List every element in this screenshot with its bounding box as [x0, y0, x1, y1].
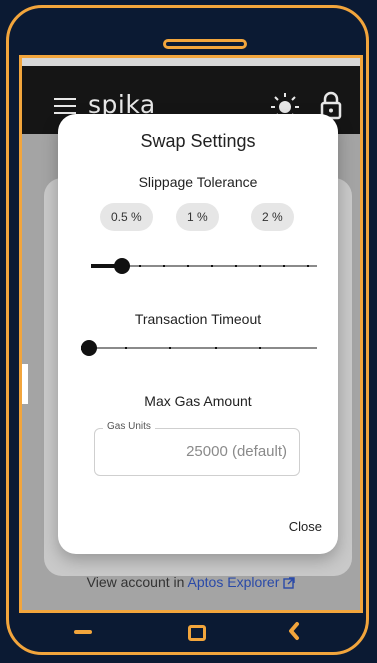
chip-1-percent[interactable]: 1 %	[176, 203, 219, 231]
edge-marker	[22, 364, 28, 404]
dialog-title: Swap Settings	[140, 131, 256, 151]
slippage-slider[interactable]	[91, 258, 317, 274]
recent-apps-icon[interactable]	[74, 630, 92, 634]
phone-navbar	[0, 612, 377, 656]
timeout-heading: Transaction Timeout	[134, 311, 262, 327]
close-button[interactable]: Close	[289, 519, 322, 534]
phone-speaker	[163, 39, 247, 49]
aptos-explorer-link[interactable]: Aptos Explorer	[188, 574, 280, 590]
app-screen: spika View account in Aptos Explorer Swa…	[19, 55, 363, 613]
gas-units-field[interactable]: Gas Units 25000 (default)	[94, 421, 300, 476]
footer-text: View account in Aptos Explorer	[22, 574, 360, 590]
footer-prefix: View account in	[86, 574, 188, 590]
back-icon[interactable]	[286, 620, 302, 642]
timeout-slider-thumb[interactable]	[81, 340, 97, 356]
slippage-slider-thumb[interactable]	[114, 258, 130, 274]
chip-0-5-percent[interactable]: 0.5 %	[100, 203, 153, 231]
swap-settings-dialog: Swap Settings Slippage Tolerance 0.5 % 1…	[58, 114, 338, 554]
gas-units-label: Gas Units	[103, 421, 155, 432]
gas-heading: Max Gas Amount	[144, 393, 252, 409]
menu-icon[interactable]	[54, 98, 76, 114]
slippage-heading: Slippage Tolerance	[138, 174, 258, 190]
timeout-slider[interactable]	[81, 340, 317, 356]
external-link-icon[interactable]	[283, 577, 296, 589]
home-icon[interactable]	[188, 625, 206, 641]
gas-units-value: 25000 (default)	[186, 443, 287, 460]
chip-2-percent[interactable]: 2 %	[251, 203, 294, 231]
